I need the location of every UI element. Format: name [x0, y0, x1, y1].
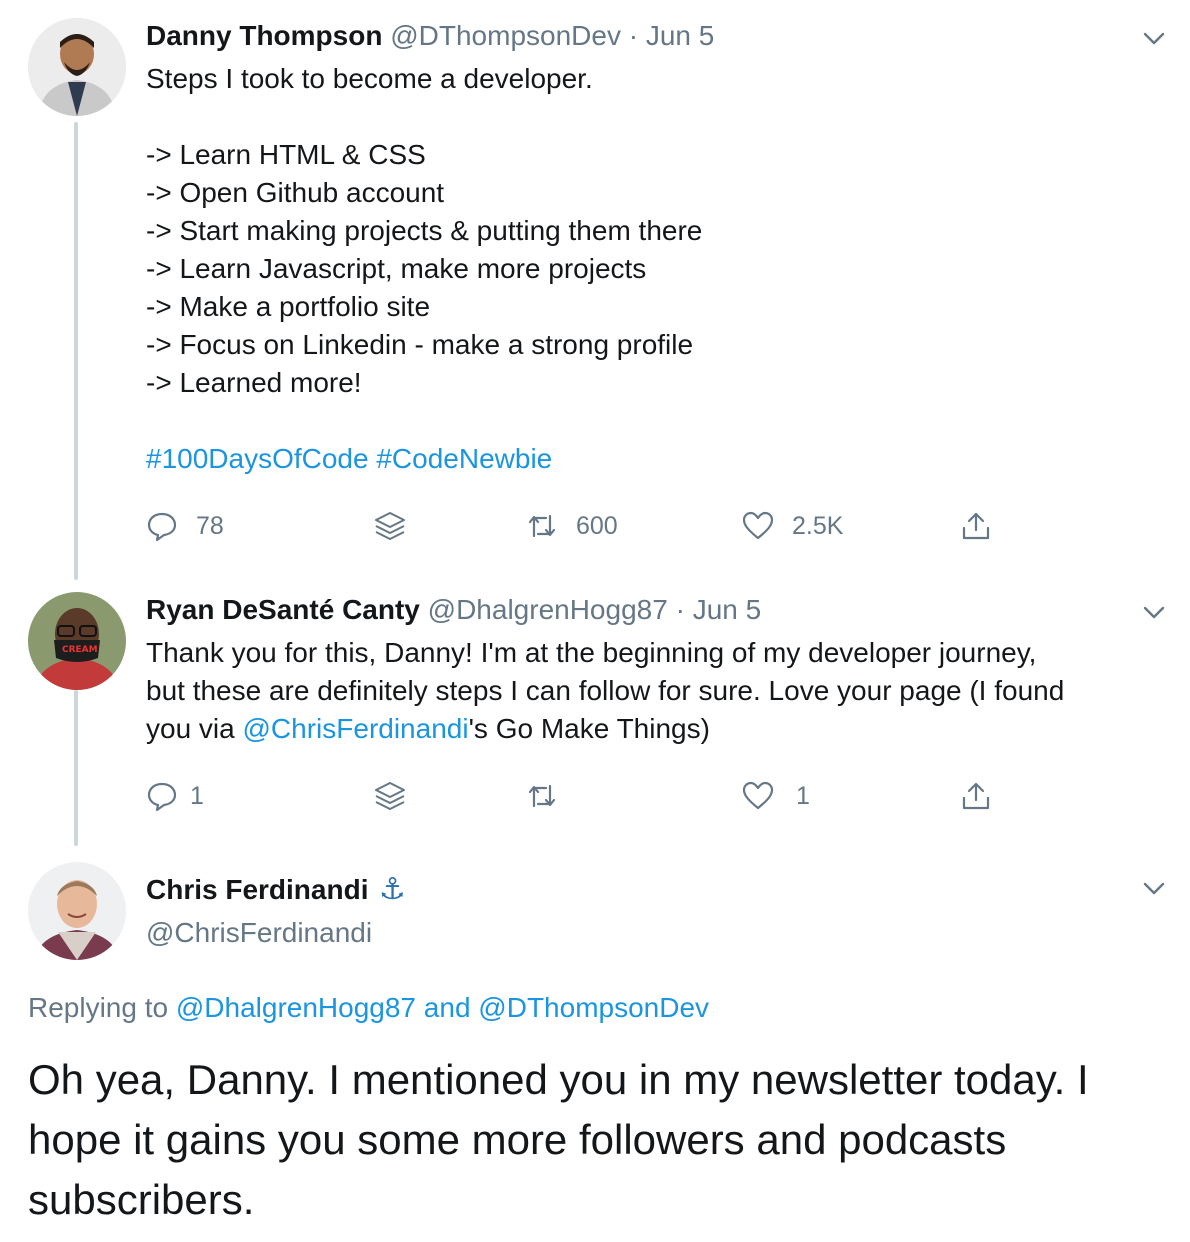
- chevron-down-icon[interactable]: [1140, 874, 1168, 902]
- separator-dot: ·: [675, 594, 685, 625]
- tweet-line: -> Focus on Linkedin - make a strong pro…: [146, 329, 694, 360]
- tweet-line: -> Open Github account: [146, 177, 445, 208]
- display-name[interactable]: Danny Thompson: [146, 20, 382, 51]
- stack-button[interactable]: [374, 776, 406, 816]
- heart-icon: [742, 781, 774, 810]
- like-count: 1: [796, 781, 810, 810]
- tweet-line: -> Learn HTML & CSS: [146, 139, 426, 170]
- display-name[interactable]: Ryan DeSanté Canty: [146, 594, 420, 625]
- tweet-header: Ryan DeSanté Canty @DhalgrenHogg87 · Jun…: [146, 592, 1162, 628]
- reply-icon: [147, 782, 177, 812]
- retweet-button[interactable]: 600: [526, 506, 618, 546]
- svg-text:CREAM: CREAM: [62, 645, 98, 655]
- retweet-icon: [528, 514, 556, 538]
- tweet-line: Steps I took to become a developer.: [146, 63, 593, 94]
- tweet-line: [146, 98, 1162, 136]
- tweet-danny[interactable]: Danny Thompson @DThompsonDev · Jun 5 Ste…: [146, 18, 1162, 478]
- user-handle[interactable]: @ChrisFerdinandi: [146, 915, 1162, 951]
- like-button[interactable]: 2.5K: [742, 506, 843, 546]
- thread-line: [74, 690, 78, 846]
- tweet-line: -> Start making projects & putting them …: [146, 215, 703, 246]
- tweet-line: -> Learned more!: [146, 367, 362, 398]
- reply-count: 78: [196, 511, 224, 540]
- replying-to: Replying to @DhalgrenHogg87 and @DThomps…: [28, 992, 709, 1024]
- like-button[interactable]: 1: [742, 776, 810, 816]
- heart-icon: [742, 511, 774, 540]
- avatar[interactable]: [28, 18, 126, 116]
- reply-count: 1: [190, 781, 204, 810]
- hashtag-link[interactable]: #CodeNewbie: [376, 443, 552, 474]
- hashtags: #100DaysOfCode #CodeNewbie: [146, 440, 1162, 478]
- stack-icon: [375, 512, 405, 540]
- avatar[interactable]: CREAM: [28, 592, 126, 690]
- reply-icon: [147, 512, 177, 542]
- anchor-icon: ⚓: [378, 872, 406, 907]
- retweet-icon: [528, 784, 556, 808]
- tweet-chris-header: Chris Ferdinandi ⚓ @ChrisFerdinandi: [146, 872, 1162, 951]
- tweet-line: but these are definitely steps I can fol…: [146, 675, 1065, 706]
- stack-icon: [375, 782, 405, 810]
- tweet-date[interactable]: Jun 5: [646, 20, 715, 51]
- tweet-text: Steps I took to become a developer. -> L…: [146, 60, 1162, 478]
- author-name-row: Chris Ferdinandi ⚓: [146, 872, 1162, 913]
- share-button[interactable]: [960, 506, 992, 546]
- tweet-line: you via @ChrisFerdinandi's Go Make Thing…: [146, 710, 1162, 748]
- thread-line: [74, 122, 78, 580]
- tweet-text: Thank you for this, Danny! I'm at the be…: [146, 634, 1162, 748]
- stack-button[interactable]: [374, 506, 406, 546]
- avatar[interactable]: [28, 862, 126, 960]
- retweet-count: 600: [576, 511, 618, 540]
- tweet-line: -> Learn Javascript, make more projects: [146, 253, 647, 284]
- reply-button[interactable]: 78: [146, 506, 224, 546]
- share-icon: [962, 782, 990, 810]
- mention-link[interactable]: @ChrisFerdinandi: [243, 713, 469, 744]
- mention-link[interactable]: @DhalgrenHogg87: [176, 992, 416, 1023]
- hashtag-link[interactable]: #100DaysOfCode: [146, 443, 369, 474]
- share-icon: [962, 512, 990, 540]
- tweet-actions: 1 1: [146, 776, 1026, 816]
- share-button[interactable]: [960, 776, 992, 816]
- separator-dot: ·: [628, 20, 639, 51]
- mention-link[interactable]: @DThompsonDev: [478, 992, 709, 1023]
- tweet-text-segment: 's Go Make Things): [468, 713, 710, 744]
- tweet-date[interactable]: Jun 5: [693, 594, 762, 625]
- tweet-actions: 78 600 2.5K: [146, 506, 1026, 546]
- tweet-ryan[interactable]: Ryan DeSanté Canty @DhalgrenHogg87 · Jun…: [146, 592, 1162, 748]
- like-count: 2.5K: [792, 511, 844, 540]
- tweet-line: Thank you for this, Danny! I'm at the be…: [146, 637, 1037, 668]
- retweet-button[interactable]: [526, 776, 558, 816]
- user-handle[interactable]: @DhalgrenHogg87: [428, 594, 668, 625]
- chevron-down-icon[interactable]: [1140, 24, 1168, 52]
- focused-tweet-text: Oh yea, Danny. I mentioned you in my new…: [28, 1056, 1089, 1223]
- tweet-text-segment: you via: [146, 713, 243, 744]
- tweet-line: [146, 402, 1162, 440]
- replying-and: and: [416, 992, 479, 1023]
- chevron-down-icon[interactable]: [1140, 598, 1168, 626]
- user-handle[interactable]: @DThompsonDev: [390, 20, 621, 51]
- reply-button[interactable]: 1: [146, 776, 204, 816]
- tweet-header: Danny Thompson @DThompsonDev · Jun 5: [146, 18, 1162, 54]
- replying-prefix: Replying to: [28, 992, 176, 1023]
- display-name[interactable]: Chris Ferdinandi: [146, 874, 368, 905]
- tweet-line: -> Make a portfolio site: [146, 291, 431, 322]
